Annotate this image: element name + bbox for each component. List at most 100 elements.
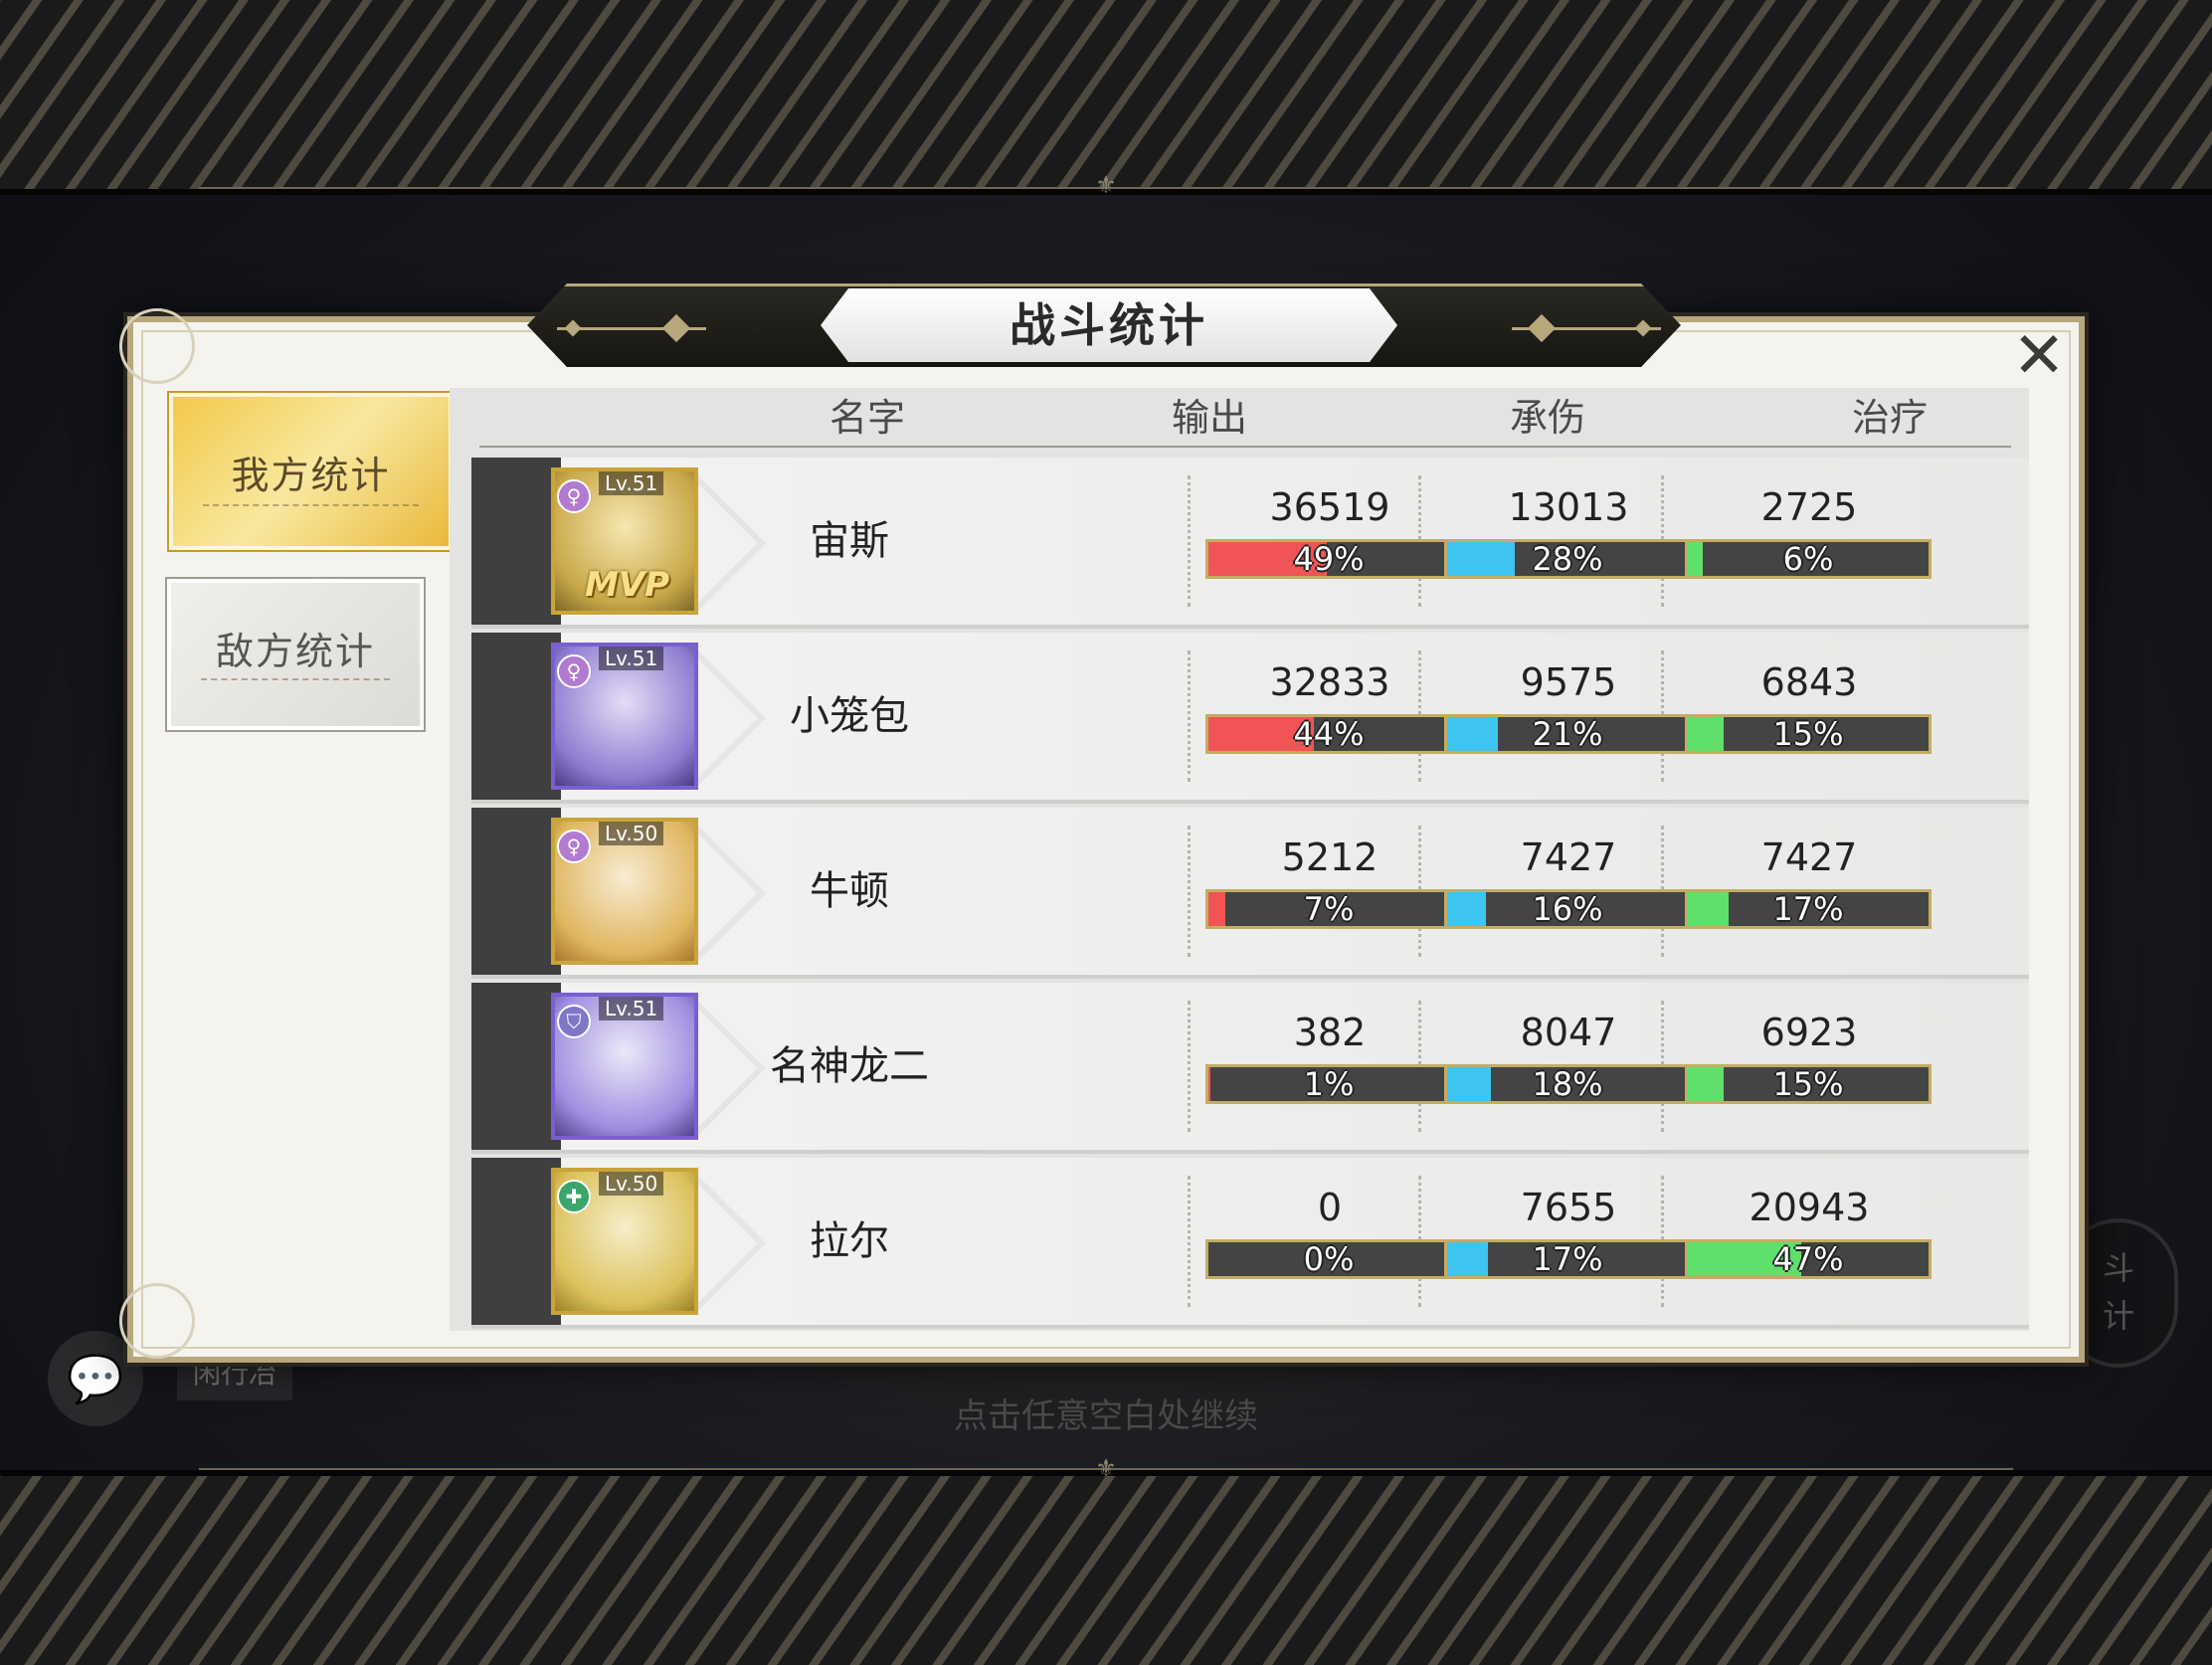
stat-heal-percent: 15% [1772, 715, 1844, 753]
page-title: 战斗统计 [1010, 298, 1208, 352]
stat-heal-bar: 15% [1685, 714, 1932, 754]
stat-damage-percent: 7% [1303, 890, 1355, 928]
stat-taken-percent: 17% [1532, 1240, 1603, 1278]
level-label: Lv.51 [599, 647, 664, 670]
table-header: 名字 输出 承伤 治疗 [450, 388, 2029, 448]
character-name: 拉尔 [810, 1218, 889, 1264]
stat-taken-value: 13013 [1508, 485, 1629, 529]
stat-heal-bar: 17% [1685, 889, 1932, 929]
character-name: 宙斯 [810, 518, 889, 564]
tab-enemy-stats[interactable]: 敌方统计 [167, 579, 424, 730]
stat-damage-percent: 0% [1303, 1240, 1355, 1278]
bottom-stripe-band [0, 1470, 2212, 1665]
stat-heal: 6843 15% [1685, 633, 1934, 800]
stat-damage-bar: 0% [1205, 1239, 1452, 1279]
stat-heal: 2725 6% [1685, 458, 1934, 625]
stat-taken-percent: 21% [1532, 715, 1603, 753]
stat-taken: 7655 17% [1444, 1158, 1693, 1325]
column-header-name: 名字 [829, 396, 905, 440]
character-portrait[interactable]: ♀ Lv.51 MVP [551, 467, 698, 615]
character-portrait[interactable]: ⛉ Lv.51 [551, 993, 698, 1140]
column-header-taken: 承伤 [1509, 396, 1585, 440]
female-symbol-icon: ♀ [557, 479, 591, 513]
tab-ally-stats-label: 我方统计 [231, 454, 391, 497]
top-ornament-icon: ⚜ [1095, 171, 1117, 199]
level-label: Lv.51 [599, 997, 664, 1020]
stat-damage-value: 32833 [1269, 660, 1390, 704]
close-button[interactable]: ✕ [2007, 324, 2071, 388]
table-row: ♀ Lv.50 牛顿 5212 7% 7427 16% 7427 17% [471, 808, 2029, 979]
level-label: Lv.50 [599, 1172, 664, 1196]
stat-taken: 7427 16% [1444, 808, 1693, 975]
stat-damage-percent: 44% [1293, 715, 1365, 753]
tab-enemy-stats-label: 敌方统计 [215, 630, 375, 673]
stat-heal: 20943 47% [1685, 1158, 1934, 1325]
female-symbol-icon: ♀ [557, 654, 591, 688]
header-divider [479, 446, 2011, 448]
stat-damage: 0 0% [1205, 1158, 1454, 1325]
row-accent [471, 808, 561, 975]
top-stripe-band [0, 0, 2212, 195]
character-name: 牛顿 [810, 868, 889, 914]
row-accent [471, 458, 561, 625]
tab-underline [203, 504, 419, 506]
character-portrait[interactable]: ♀ Lv.50 [551, 818, 698, 965]
shield-icon: ⛉ [557, 1005, 591, 1038]
stat-taken-percent: 18% [1532, 1065, 1603, 1103]
stats-table: 名字 输出 承伤 治疗 ♀ Lv.51 MVP 宙斯 36519 49% 13013 28% 2… [450, 388, 2029, 1331]
table-row: ✚ Lv.50 拉尔 0 0% 7655 17% 20943 47% [471, 1158, 2029, 1329]
stat-damage-value: 36519 [1269, 485, 1390, 529]
column-divider [1188, 475, 1191, 607]
column-header-damage: 输出 [1171, 396, 1247, 440]
stat-damage-value: 0 [1317, 1186, 1343, 1229]
column-divider [1188, 826, 1191, 957]
stat-taken: 9575 21% [1444, 633, 1693, 800]
stat-damage-bar: 7% [1205, 889, 1452, 929]
stat-heal: 6923 15% [1685, 983, 1934, 1150]
level-label: Lv.50 [599, 822, 664, 845]
female-symbol-icon: ♀ [557, 830, 591, 863]
stat-damage: 32833 44% [1205, 633, 1454, 800]
stat-heal-percent: 6% [1782, 540, 1834, 578]
stat-damage: 382 1% [1205, 983, 1454, 1150]
continue-hint: 点击任意空白处继续 [954, 1396, 1258, 1436]
stat-heal-percent: 17% [1772, 890, 1844, 928]
row-accent [471, 1158, 561, 1325]
stat-taken: 8047 18% [1444, 983, 1693, 1150]
stat-taken-percent: 16% [1532, 890, 1603, 928]
character-portrait[interactable]: ♀ Lv.51 [551, 643, 698, 790]
character-portrait[interactable]: ✚ Lv.50 [551, 1168, 698, 1315]
stat-damage-bar: 44% [1205, 714, 1452, 754]
tab-underline [201, 678, 390, 680]
stat-damage-bar: 1% [1205, 1064, 1452, 1104]
stat-heal-bar: 47% [1685, 1239, 1932, 1279]
stat-damage-percent: 49% [1293, 540, 1365, 578]
stat-taken-value: 8047 [1520, 1011, 1617, 1054]
stat-heal-value: 6923 [1760, 1011, 1858, 1054]
row-accent [471, 983, 561, 1150]
stat-heal-percent: 47% [1772, 1240, 1844, 1278]
corner-ornament-icon [119, 308, 195, 384]
heal-cross-icon: ✚ [557, 1180, 591, 1213]
stat-taken-bar: 21% [1444, 714, 1691, 754]
stat-damage-value: 5212 [1281, 835, 1379, 879]
column-header-heal: 治疗 [1851, 396, 1928, 440]
stat-heal-value: 7427 [1760, 835, 1858, 879]
close-icon: ✕ [2012, 319, 2066, 393]
table-row: ♀ Lv.51 小笼包 32833 44% 9575 21% 6843 15% [471, 633, 2029, 804]
stat-damage: 36519 49% [1205, 458, 1454, 625]
column-divider [1188, 1176, 1191, 1307]
stat-taken-percent: 28% [1532, 540, 1603, 578]
stat-taken-bar: 17% [1444, 1239, 1691, 1279]
stat-taken-bar: 28% [1444, 539, 1691, 579]
stat-taken: 13013 28% [1444, 458, 1693, 625]
title-deco-left [557, 313, 706, 343]
stat-damage-value: 382 [1293, 1011, 1367, 1054]
stat-heal-bar: 6% [1685, 539, 1932, 579]
tab-ally-stats[interactable]: 我方统计 [169, 393, 453, 550]
stat-damage-percent: 1% [1303, 1065, 1355, 1103]
stat-heal-bar: 15% [1685, 1064, 1932, 1104]
mvp-badge: MVP [585, 565, 670, 605]
bottom-ornament-icon: ⚜ [1095, 1454, 1117, 1482]
table-row: ♀ Lv.51 MVP 宙斯 36519 49% 13013 28% 2725 6% [471, 458, 2029, 629]
